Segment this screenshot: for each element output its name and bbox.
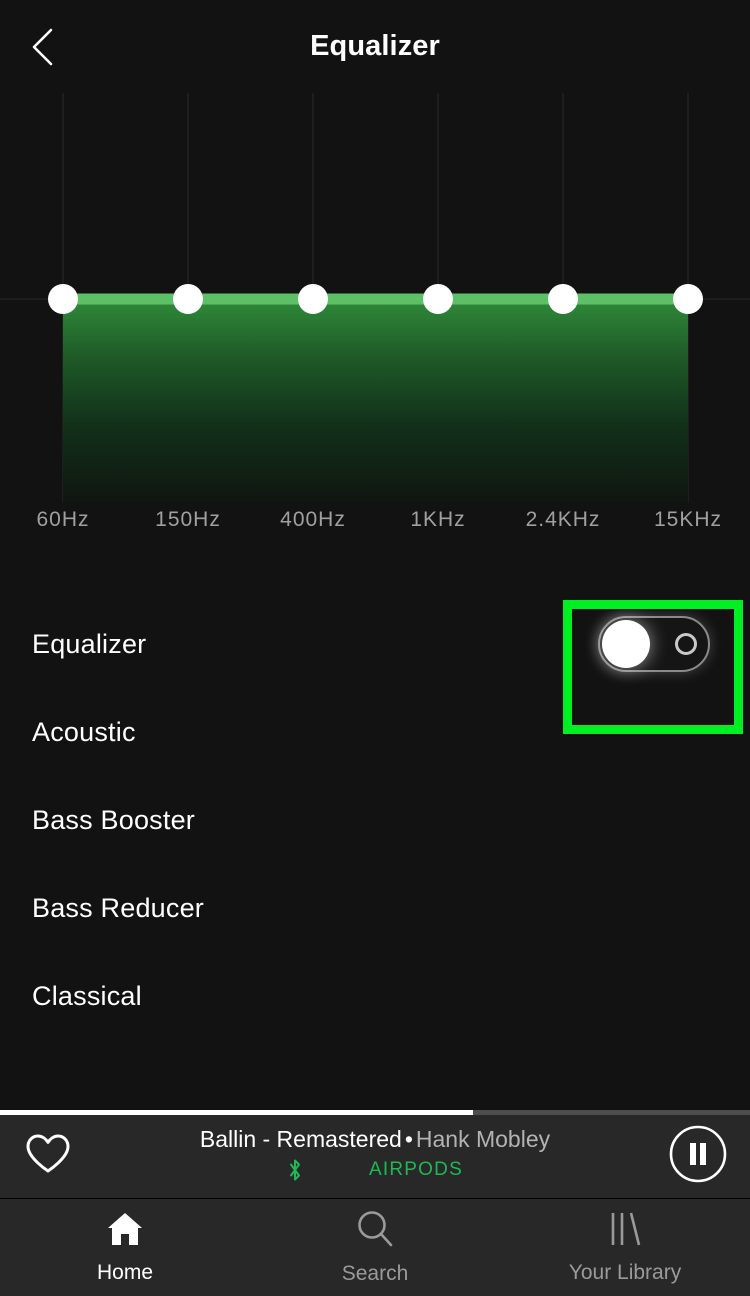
equalizer-curve-svg bbox=[0, 93, 750, 503]
toggle-off-marker bbox=[675, 633, 697, 655]
preset-row-bass-booster[interactable]: Bass Booster bbox=[0, 776, 750, 864]
frequency-label-4: 2.4KHz bbox=[525, 508, 601, 531]
preset-label: Acoustic bbox=[32, 716, 136, 747]
bottom-navigation: Home Search Your Library bbox=[0, 1198, 750, 1296]
nav-item-search[interactable]: Search bbox=[250, 1199, 500, 1296]
page-title: Equalizer bbox=[310, 30, 440, 62]
playback-device-label: AIRPODS bbox=[369, 1158, 463, 1180]
back-button[interactable] bbox=[20, 23, 68, 71]
preset-row-classical[interactable]: Classical bbox=[0, 952, 750, 1040]
device-line: AIRPODS bbox=[287, 1158, 463, 1182]
library-icon bbox=[605, 1210, 645, 1253]
now-playing-bar[interactable]: Ballin - Remastered • Hank Mobley AIRPODS bbox=[0, 1110, 750, 1198]
chevron-left-icon bbox=[32, 28, 53, 65]
track-title: Ballin - Remastered bbox=[199, 1126, 402, 1153]
preset-row-acoustic[interactable]: Acoustic bbox=[0, 688, 750, 776]
home-icon bbox=[105, 1210, 145, 1253]
preset-label: Equalizer bbox=[32, 628, 147, 659]
eq-handle-15KHz[interactable] bbox=[673, 284, 703, 314]
track-separator: • bbox=[404, 1126, 413, 1153]
frequency-label-5: 15KHz bbox=[653, 508, 723, 531]
frequency-label-row: 60Hz 150Hz 400Hz 1KHz 2.4KHz 15KHz bbox=[0, 508, 750, 544]
heart-outline-icon bbox=[26, 1134, 70, 1173]
preset-list: Equalizer Acoustic Bass Booster Bass Reduce… bbox=[0, 600, 750, 1040]
track-line: Ballin - Remastered • Hank Mobley bbox=[200, 1126, 550, 1154]
now-playing-info: Ballin - Remastered • Hank Mobley AIRPODS bbox=[110, 1110, 640, 1198]
frequency-label-0: 60Hz bbox=[36, 508, 90, 531]
bluetooth-icon bbox=[290, 1159, 301, 1181]
app-header: Equalizer bbox=[0, 0, 750, 93]
eq-handle-150Hz[interactable] bbox=[173, 284, 203, 314]
eq-handle-1KHz[interactable] bbox=[423, 284, 453, 314]
equalizer-screen: Equalizer 60Hz 150Hz 400Hz 1KHz 2.4KHz 15KHz … bbox=[0, 0, 750, 1296]
nav-label: Home bbox=[96, 1261, 154, 1284]
like-button[interactable] bbox=[22, 1128, 74, 1180]
preset-row-bass-reducer[interactable]: Bass Reducer bbox=[0, 864, 750, 952]
pause-icon bbox=[669, 1125, 727, 1183]
equalizer-toggle[interactable] bbox=[598, 616, 710, 672]
preset-row-equalizer[interactable]: Equalizer bbox=[0, 600, 750, 688]
search-icon bbox=[355, 1209, 395, 1254]
equalizer-graph[interactable] bbox=[0, 93, 750, 503]
eq-handle-60Hz[interactable] bbox=[48, 284, 78, 314]
preset-label: Classical bbox=[32, 980, 142, 1011]
eq-handle-2.4KHz[interactable] bbox=[548, 284, 578, 314]
eq-handle-400Hz[interactable] bbox=[298, 284, 328, 314]
frequency-label-3: 1KHz bbox=[410, 508, 466, 531]
nav-label: Search bbox=[341, 1262, 409, 1285]
frequency-label-1: 150Hz bbox=[155, 508, 221, 531]
preset-label: Bass Reducer bbox=[32, 892, 204, 923]
track-artist: Hank Mobley bbox=[415, 1126, 551, 1153]
frequency-label-2: 400Hz bbox=[280, 508, 346, 531]
equalizer-fill-area bbox=[63, 299, 688, 503]
nav-item-home[interactable]: Home bbox=[0, 1199, 250, 1296]
play-pause-button[interactable] bbox=[668, 1124, 728, 1184]
nav-item-your-library[interactable]: Your Library bbox=[500, 1199, 750, 1296]
preset-label: Bass Booster bbox=[32, 804, 195, 835]
toggle-knob bbox=[602, 620, 650, 668]
nav-label: Your Library bbox=[568, 1261, 682, 1284]
